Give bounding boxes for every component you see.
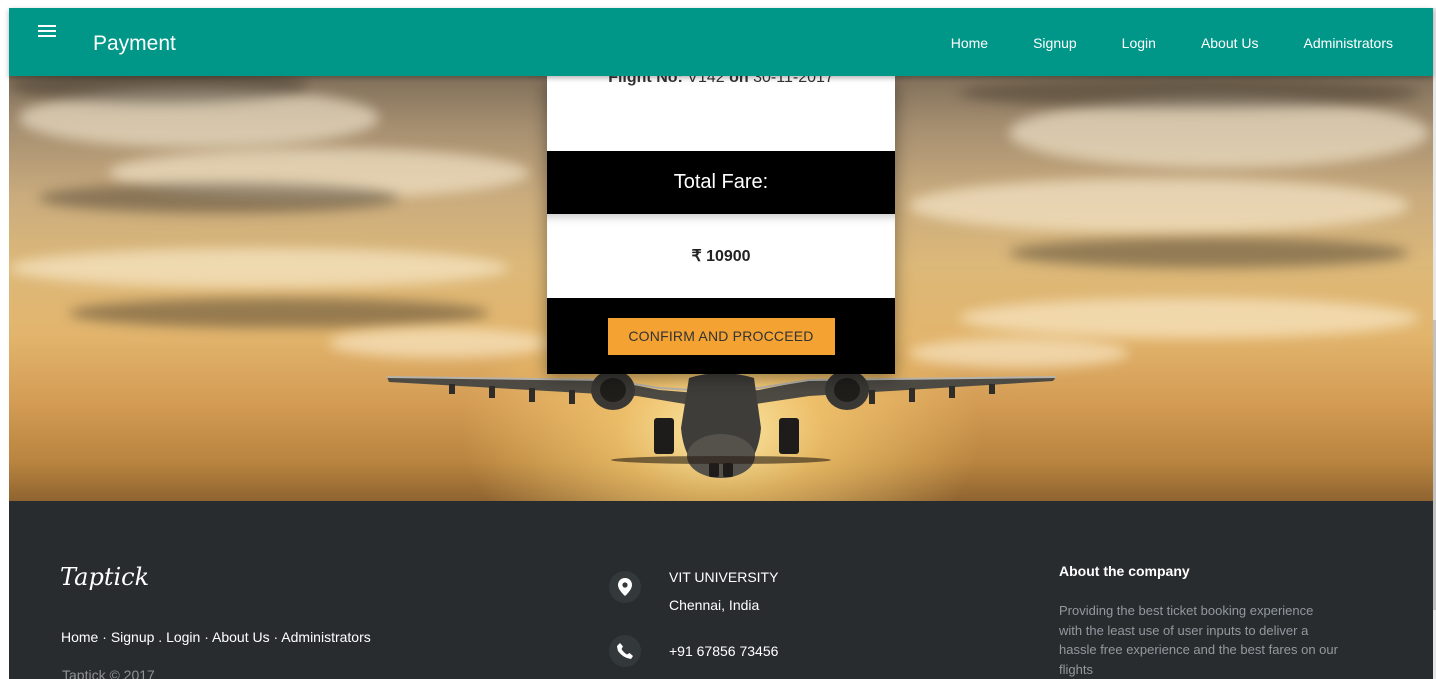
confirm-proceed-button[interactable]: CONFIRM AND PROCCEED <box>607 317 835 355</box>
nav-links: Home Signup Login About Us Administrator… <box>951 35 1393 51</box>
nav-login-link[interactable]: Login <box>1122 35 1156 51</box>
footer-separator: · <box>200 629 213 645</box>
footer-logo: Taptick <box>60 563 150 591</box>
footer-separator: · <box>98 629 111 645</box>
nav-home-link[interactable]: Home <box>951 35 988 51</box>
nav-about-link[interactable]: About Us <box>1201 35 1259 51</box>
footer-administrators-link[interactable]: Administrators <box>281 629 370 645</box>
footer-separator: . <box>154 629 167 645</box>
flight-info: Flight No: V142 on 30-11-2017 <box>547 76 895 87</box>
address-line1: VIT UNIVERSITY <box>669 569 779 585</box>
total-fare-heading: Total Fare: <box>547 151 895 214</box>
phone-text: +91 67856 73456 <box>669 643 779 659</box>
top-navbar: Payment Home Signup Login About Us Admin… <box>9 8 1433 76</box>
flight-date: 30-11-2017 <box>753 76 834 86</box>
address-text: VIT UNIVERSITY Chennai, India <box>669 563 778 619</box>
payment-card: Flight No: V142 on 30-11-2017 Total Fare… <box>547 76 895 374</box>
footer-home-link[interactable]: Home <box>61 629 98 645</box>
footer-copyright: Taptick © 2017 <box>62 667 155 679</box>
location-pin-icon <box>609 571 641 603</box>
footer-separator: · <box>269 629 282 645</box>
about-text: Providing the best ticket booking experi… <box>1059 603 1338 677</box>
flight-details-section: Flight No: V142 on 30-11-2017 <box>547 76 895 151</box>
flight-label: Flight No: <box>608 76 683 86</box>
contact-address: VIT UNIVERSITY Chennai, India <box>609 569 778 619</box>
flight-number: V142 <box>687 76 725 86</box>
phone-icon <box>609 635 641 667</box>
footer-login-link[interactable]: Login <box>166 629 200 645</box>
footer-about-link[interactable]: About Us <box>212 629 270 645</box>
card-action-bar: CONFIRM AND PROCCEED <box>547 298 895 374</box>
on-label: on <box>729 76 749 86</box>
nav-signup-link[interactable]: Signup <box>1033 35 1077 51</box>
address-line2: Chennai, India <box>669 597 760 613</box>
footer-signup-link[interactable]: Signup <box>111 629 155 645</box>
menu-icon[interactable] <box>38 25 56 39</box>
footer-links: Home · Signup . Login · About Us · Admin… <box>61 629 371 645</box>
footer: Taptick Home · Signup . Login · About Us… <box>9 501 1433 679</box>
page-title: Payment <box>93 32 176 55</box>
contact-phone: +91 67856 73456 <box>609 635 778 667</box>
fare-amount: ₹ 10900 <box>547 214 895 298</box>
about-heading: About the company <box>1059 563 1190 579</box>
nav-administrators-link[interactable]: Administrators <box>1304 35 1393 51</box>
